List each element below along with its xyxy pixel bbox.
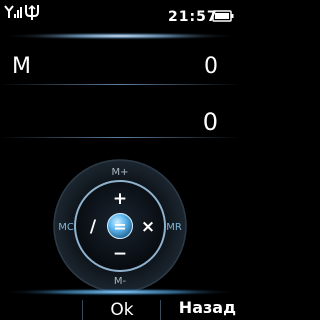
softkey-divider-right <box>160 300 161 320</box>
ok-softkey[interactable]: Ok <box>84 300 160 320</box>
back-softkey[interactable]: Назад <box>179 298 236 318</box>
subtract-button[interactable]: − <box>113 244 127 264</box>
display-value: 0 <box>202 108 218 136</box>
softkey-divider-left <box>82 300 83 320</box>
memory-divider <box>0 84 240 85</box>
add-button[interactable]: + <box>113 189 127 209</box>
header-divider <box>0 32 240 40</box>
multiply-button[interactable]: × <box>141 217 155 237</box>
signal-strength-icon <box>4 5 22 18</box>
memory-recall-button[interactable]: MR <box>166 222 182 233</box>
clock-time: 21:57 <box>168 9 218 25</box>
memory-clear-button[interactable]: MC <box>58 222 74 233</box>
battery-icon <box>212 10 234 22</box>
operation-pad: M+ M- MC MR + − / × = <box>52 158 188 298</box>
memory-value: 0 <box>204 54 218 79</box>
equals-label: = <box>113 217 126 236</box>
divide-button[interactable]: / <box>90 217 97 237</box>
status-bar: 21:57 <box>0 0 240 32</box>
display-divider <box>0 137 240 138</box>
memory-plus-button[interactable]: M+ <box>111 167 128 178</box>
memory-label: M <box>12 54 31 79</box>
usb-connection-icon <box>25 4 39 20</box>
